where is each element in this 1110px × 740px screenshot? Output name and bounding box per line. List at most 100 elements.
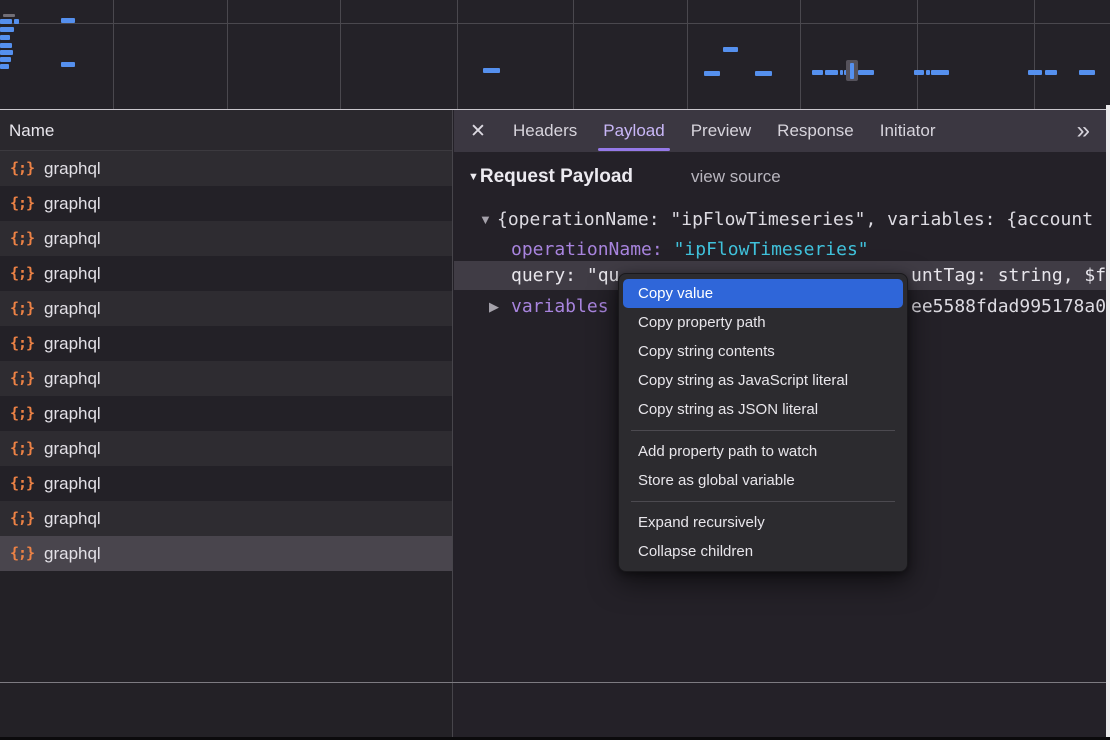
request-row-graphql[interactable]: {;} graphql — [0, 361, 452, 396]
request-timing-bar — [0, 19, 12, 24]
variables-row[interactable]: variables — [511, 292, 609, 321]
panel-split-line — [0, 109, 1110, 110]
request-payload-section-header[interactable]: ▼ Request Payload view source — [468, 162, 781, 192]
more-tabs-icon[interactable]: » — [1077, 119, 1088, 143]
name-column-header[interactable]: Name — [0, 110, 452, 151]
tab-response[interactable]: Response — [764, 110, 867, 152]
json-braces-icon: {;} — [10, 396, 34, 431]
overview-vertical-gridline — [340, 0, 341, 109]
request-timing-bar — [1028, 70, 1042, 75]
request-timing-bar — [0, 64, 9, 69]
request-row-graphql[interactable]: {;}graphql — [0, 501, 452, 536]
request-row-graphql[interactable]: {;} graphql — [0, 256, 452, 291]
request-timing-bar — [61, 62, 75, 67]
request-timing-bar — [0, 27, 14, 32]
request-timing-bar — [61, 18, 75, 23]
json-braces-icon: {;} — [10, 151, 34, 186]
tab-initiator[interactable]: Initiator — [867, 110, 949, 152]
variables-expander-icon[interactable]: ▶ — [489, 292, 499, 321]
close-icon[interactable]: ✕ — [470, 120, 500, 143]
overview-vertical-gridline — [917, 0, 918, 109]
request-timing-bar — [0, 35, 10, 40]
tab-strip: HeadersPayloadPreviewResponseInitiator — [500, 110, 948, 152]
request-name-label: graphql — [44, 396, 101, 431]
request-name-label: graphql — [44, 186, 101, 221]
overview-selection-marker-tick — [850, 63, 854, 79]
request-row-graphql[interactable]: {;} graphql — [0, 466, 452, 501]
json-braces-icon: {;} — [10, 431, 34, 466]
request-row-graphql[interactable]: {;}graphql — [0, 431, 452, 466]
request-timing-bar — [926, 70, 930, 75]
json-braces-icon: {;} — [10, 326, 34, 361]
request-row-graphql[interactable]: {;}graphql — [0, 536, 452, 571]
network-request-list-panel: Name {;}graphql{;}graphql{;}graphql{;}gr… — [0, 110, 453, 682]
tab-payload[interactable]: Payload — [590, 110, 677, 152]
overview-vertical-gridline — [227, 0, 228, 109]
menu-item-expand-recursively[interactable]: Expand recursively — [623, 508, 903, 537]
request-timing-bar — [0, 43, 12, 48]
json-braces-icon: {;} — [10, 361, 34, 396]
request-timing-bar — [931, 70, 949, 75]
property-key: variables — [511, 296, 609, 317]
window-right-edge — [1106, 105, 1110, 737]
menu-item-collapse-children[interactable]: Collapse children — [623, 537, 903, 566]
tab-headers[interactable]: Headers — [500, 110, 590, 152]
json-braces-icon: {;} — [10, 466, 34, 501]
request-name-label: graphql — [44, 361, 101, 396]
request-timing-bar — [3, 14, 15, 17]
section-collapse-icon: ▼ — [468, 171, 479, 183]
operation-name-line[interactable]: operationName: "ipFlowTimeseries" — [511, 235, 869, 264]
request-name-label: graphql — [44, 256, 101, 291]
json-braces-icon: {;} — [10, 221, 34, 256]
request-timing-bar — [704, 71, 720, 76]
overview-vertical-gridline — [573, 0, 574, 109]
request-timing-bar — [1079, 70, 1095, 75]
detail-footer-area — [454, 683, 1110, 737]
request-timing-bar — [812, 70, 823, 75]
request-row-graphql[interactable]: {;} graphql — [0, 221, 452, 256]
root-expander-icon[interactable]: ▼ — [479, 205, 492, 234]
request-list: {;} graphql {;} graphql {;} graphql {;} graphql… — [0, 151, 452, 571]
menu-item-copy-string-as-javascript-literal[interactable]: Copy string as JavaScript literal — [623, 366, 903, 395]
overview-vertical-gridline — [113, 0, 114, 109]
menu-item-copy-string-as-json-literal[interactable]: Copy string as JSON literal — [623, 395, 903, 424]
property-value: "ipFlowTimeseries" — [674, 239, 869, 260]
tab-preview[interactable]: Preview — [678, 110, 764, 152]
request-timing-bar — [825, 70, 838, 75]
request-row-graphql[interactable]: {;}graphql — [0, 291, 452, 326]
payload-root-preview-line[interactable]: {operationName: "ipFlowTimeseries", vari… — [497, 205, 1106, 234]
menu-item-copy-property-path[interactable]: Copy property path — [623, 308, 903, 337]
request-name-label: graphql — [44, 151, 101, 186]
overview-horizontal-gridline — [0, 23, 1110, 24]
json-braces-icon: {;} — [10, 256, 34, 291]
list-footer-area — [0, 683, 453, 737]
property-key: operationName: — [511, 239, 674, 260]
overview-vertical-gridline — [1034, 0, 1035, 109]
json-braces-icon: {;} — [10, 501, 34, 536]
json-braces-icon: {;} — [10, 186, 34, 221]
request-timing-bar — [14, 19, 19, 24]
request-timing-bar — [0, 57, 11, 62]
network-overview-timeline[interactable] — [0, 0, 1110, 109]
request-row-graphql[interactable]: {;} graphql — [0, 151, 452, 186]
request-row-graphql[interactable]: {;} graphql — [0, 396, 452, 431]
request-timing-bar — [1045, 70, 1057, 75]
menu-item-store-as-global-variable[interactable]: Store as global variable — [623, 466, 903, 495]
json-braces-icon: {;} — [10, 291, 34, 326]
request-row-graphql[interactable]: {;} graphql — [0, 326, 452, 361]
request-name-label: graphql — [44, 536, 101, 571]
variables-preview-fragment: ee5588fdad995178a0 — [911, 292, 1106, 321]
query-value-fragment: untTag: string, $f — [911, 261, 1106, 290]
request-name-label: graphql — [44, 466, 101, 501]
request-name-label: graphql — [44, 326, 101, 361]
overview-vertical-gridline — [800, 0, 801, 109]
request-name-label: graphql — [44, 221, 101, 256]
menu-separator — [631, 501, 895, 502]
request-timing-bar — [0, 50, 13, 55]
view-source-link[interactable]: view source — [691, 167, 781, 187]
request-row-graphql[interactable]: {;} graphql — [0, 186, 452, 221]
request-timing-bar — [858, 70, 874, 75]
menu-item-copy-string-contents[interactable]: Copy string contents — [623, 337, 903, 366]
menu-item-add-property-path-to-watch[interactable]: Add property path to watch — [623, 437, 903, 466]
menu-item-copy-value[interactable]: Copy value — [623, 279, 903, 308]
